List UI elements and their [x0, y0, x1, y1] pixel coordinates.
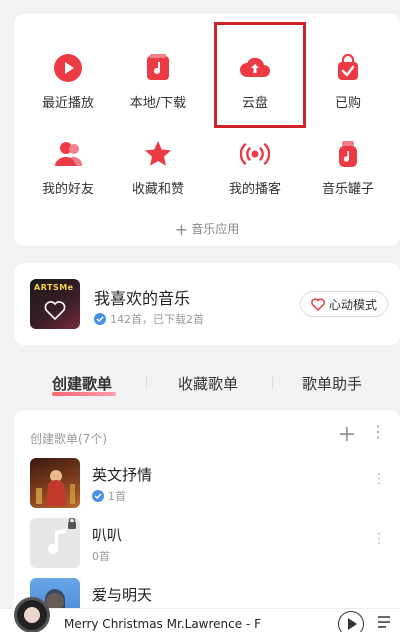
grid-item-local-download[interactable]: 本地/下载	[118, 50, 198, 111]
plus-icon: +	[174, 220, 189, 239]
podcast-icon	[237, 136, 273, 172]
friends-icon	[50, 136, 86, 172]
grid-label: 我的播客	[228, 182, 281, 197]
tab-divider	[146, 376, 147, 390]
player-album-disc[interactable]	[14, 597, 50, 632]
playlist-title: 叭叭	[92, 526, 123, 544]
favorite-subtitle: 142首，已下载2首	[110, 313, 204, 326]
cover-tag: ARTSMe	[34, 283, 74, 292]
playlist-icon[interactable]	[378, 615, 394, 629]
grid-label: 收藏和赞	[131, 182, 184, 197]
tab-created-playlists[interactable]: 创建歌单	[52, 373, 112, 394]
music-jar-icon	[330, 136, 366, 172]
tab-playlist-assistant[interactable]: 歌单助手	[302, 373, 362, 394]
playlist-subtitle-row: 1首	[92, 488, 126, 504]
playlist-count: 0首	[92, 550, 110, 563]
list-item[interactable]: 英文抒情 1首 ⋮	[30, 458, 386, 510]
grid-item-podcast[interactable]: 我的播客	[215, 136, 295, 197]
check-badge-icon	[94, 313, 106, 325]
active-tab-underline	[52, 392, 116, 396]
playlist-cover	[30, 518, 80, 568]
grid-item-recent[interactable]: 最近播放	[28, 50, 108, 111]
grid-label: 最近播放	[41, 96, 94, 111]
heart-outline-icon	[311, 297, 325, 311]
playlist-subtitle-row: 0首	[92, 548, 110, 564]
heart-mode-button[interactable]: 心动模式	[299, 291, 388, 317]
playlist-count: 1首	[108, 490, 126, 503]
music-app-label: 音乐应用	[191, 222, 240, 236]
quick-access-card: 最近播放 本地/下载 云盘 已购 我的好友 收藏和赞 我的播客 音乐罐子 + 音…	[14, 14, 400, 246]
row-more-icon[interactable]: ⋮	[372, 472, 386, 486]
list-item[interactable]: 叭叭 0首 ⋮	[30, 518, 386, 570]
tab-divider	[272, 376, 273, 390]
grid-item-favorites[interactable]: 收藏和赞	[118, 136, 198, 197]
star-icon	[140, 136, 176, 172]
player-track-title: Merry Christmas Mr.Lawrence - F	[64, 617, 261, 631]
created-playlists-card: 创建歌单(7个) + ⋮ 英文抒情 1首 ⋮ 叭叭 0首 ⋮ 爱与明天	[14, 410, 400, 632]
grid-item-music-jar[interactable]: 音乐罐子	[308, 136, 388, 197]
grid-label: 已购	[334, 96, 361, 111]
shopping-bag-icon	[330, 50, 366, 86]
music-app-button[interactable]: + 音乐应用	[14, 220, 400, 239]
heart-icon	[44, 301, 66, 321]
music-note-icon	[48, 518, 76, 554]
grid-item-friends[interactable]: 我的好友	[28, 136, 108, 197]
playlist-title: 英文抒情	[92, 466, 153, 484]
grid-item-purchased[interactable]: 已购	[308, 50, 388, 111]
grid-label: 音乐罐子	[321, 182, 374, 197]
favorite-cover: ARTSMe	[30, 279, 80, 329]
heart-mode-label: 心动模式	[328, 297, 377, 312]
play-icon[interactable]	[338, 611, 364, 632]
grid-label: 我的好友	[41, 182, 94, 197]
add-playlist-icon[interactable]: +	[338, 422, 356, 447]
playlist-section-header: 创建歌单(7个)	[30, 432, 107, 446]
mini-player[interactable]: Merry Christmas Mr.Lawrence - F	[0, 597, 400, 632]
grid-label: 本地/下载	[129, 96, 187, 111]
person-silhouette-icon	[36, 470, 75, 506]
highlight-box	[214, 22, 306, 128]
tab-collected-playlists[interactable]: 收藏歌单	[178, 373, 238, 394]
row-more-icon[interactable]: ⋮	[372, 532, 386, 546]
music-file-icon	[140, 50, 176, 86]
play-circle-icon	[50, 50, 86, 86]
check-badge-icon	[92, 490, 104, 502]
playlist-title: 爱与明天	[92, 586, 153, 604]
favorite-title: 我喜欢的音乐	[94, 289, 191, 308]
favorite-music-card[interactable]: ARTSMe 我喜欢的音乐 142首，已下载2首 心动模式	[14, 263, 400, 345]
favorite-subtitle-row: 142首，已下载2首	[94, 311, 204, 327]
playlist-cover	[30, 458, 80, 508]
more-vertical-icon[interactable]: ⋮	[370, 424, 386, 440]
